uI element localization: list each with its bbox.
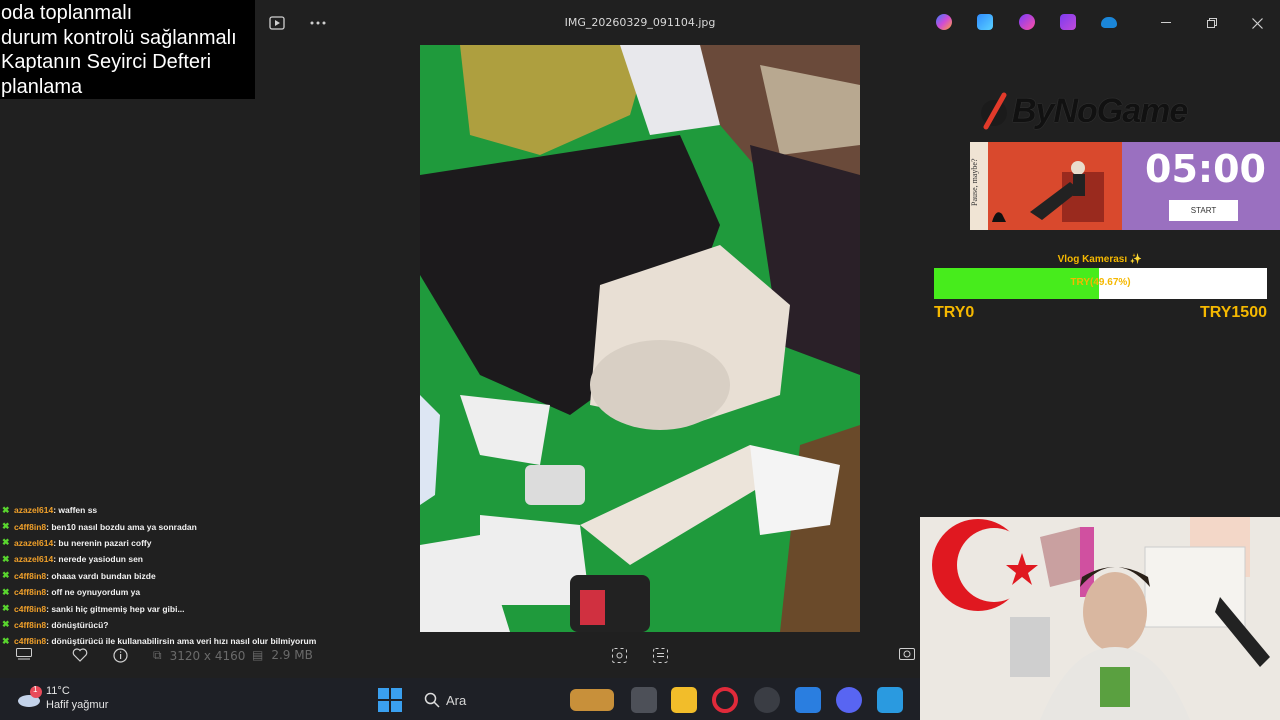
chat-text: : waffen ss	[53, 505, 98, 516]
chat-username: c4ff8in8	[14, 603, 47, 614]
search-box[interactable]: Ara	[416, 686, 616, 714]
filmstrip-icon[interactable]	[16, 648, 32, 660]
crop-icon[interactable]	[612, 648, 627, 663]
pause-timer-panel: Pause, maybe? 05:00 START	[970, 142, 1280, 230]
create-icon[interactable]	[1019, 14, 1035, 30]
timer-side-text: Pause, maybe?	[970, 142, 988, 230]
search-highlight-image	[570, 689, 614, 711]
chat-message: ✖ azazel614: nerede yasiodun sen	[2, 551, 402, 567]
close-icon[interactable]	[1246, 12, 1268, 34]
weather-widget[interactable]: 1 11°C Hafif yağmur	[16, 684, 108, 712]
kick-icon: ✖	[2, 619, 10, 630]
image-dimensions: 3120 x 4160	[169, 648, 246, 663]
goal-title: Vlog Kamerası ✨	[1057, 254, 1143, 265]
dimensions-info: ⧉ 3120 x 4160	[153, 648, 245, 663]
timer-artwork	[970, 142, 1122, 230]
chat-username: c4ff8in8	[14, 619, 47, 630]
more-options-icon[interactable]	[307, 12, 329, 34]
notification-badge: 1	[33, 685, 38, 694]
minimize-icon[interactable]	[1155, 12, 1177, 34]
countdown-timer: 05:00	[1145, 147, 1266, 191]
webcam-feed	[920, 517, 1280, 720]
weather-icon	[18, 686, 42, 707]
restore-icon[interactable]	[1201, 12, 1223, 34]
goal-percent: TRY(49.67%)	[1070, 277, 1131, 288]
kick-icon: ✖	[2, 521, 10, 532]
chat-text: : dönüştürücü?	[46, 619, 109, 630]
favorite-icon[interactable]	[72, 648, 88, 662]
chat-message: ✖ azazel614: bu nerenin pazari coffy	[2, 535, 402, 551]
kick-icon: ✖	[2, 553, 10, 564]
slideshow-icon[interactable]	[266, 12, 288, 34]
discord-icon[interactable]	[836, 687, 862, 713]
chat-text: : bu nerenin pazari coffy	[53, 537, 152, 548]
chat-username: c4ff8in8	[14, 636, 47, 647]
kick-icon: ✖	[2, 603, 10, 614]
kick-icon: ✖	[2, 504, 10, 515]
chat-username: azazel614	[14, 554, 54, 565]
opera-icon[interactable]	[712, 687, 738, 713]
search-icon	[424, 692, 440, 708]
chat-message: ✖ azazel614: waffen ss	[2, 502, 402, 518]
kick-icon: ✖	[2, 570, 10, 581]
image-size-icon: ⧉	[153, 648, 162, 662]
file-explorer-icon[interactable]	[671, 687, 697, 713]
taskbar: 1 11°C Hafif yağmur Ara	[0, 678, 920, 720]
window-title: IMG_20260329_091104.jpg	[564, 16, 716, 29]
search-label: Ara	[446, 692, 467, 708]
kick-icon: ✖	[2, 537, 10, 548]
filesize-info: ▤ 2.9 MB	[252, 648, 313, 662]
chat-overlay: ✖ azazel614: waffen ss ✖ c4ff8in8: ben10 n…	[2, 502, 402, 650]
temperature: 11°C	[46, 685, 70, 697]
onedrive-icon[interactable]	[1101, 17, 1117, 28]
ocr-icon[interactable]	[653, 648, 668, 663]
start-icon[interactable]	[378, 688, 402, 712]
fullscreen-icon[interactable]	[899, 648, 915, 660]
chat-text: : dönüştürücü ile kullanabilirsin ama ve…	[46, 636, 317, 647]
chat-message: ✖ c4ff8in8: off ne oynuyordum ya	[2, 584, 402, 600]
chat-message: ✖ c4ff8in8: dönüştürücü ile kullanabilirs…	[2, 633, 402, 649]
designer-icon[interactable]	[977, 14, 993, 30]
start-button[interactable]: START	[1169, 200, 1238, 221]
chat-text: : ohaaa vardı bundan bizde	[46, 570, 156, 581]
chat-message: ✖ c4ff8in8: sanki hiç gitmemiş hep var gi…	[2, 600, 402, 616]
photos-icon[interactable]	[877, 687, 903, 713]
chat-message: ✖ c4ff8in8: ben10 nasıl bozdu ama ya sonr…	[2, 518, 402, 534]
donation-goal-bar: TRY(49.67%)	[934, 268, 1267, 299]
weather-condition: Hafif yağmur	[46, 699, 109, 711]
kick-icon: ✖	[2, 635, 10, 646]
obs-icon[interactable]	[754, 687, 780, 713]
task-view-icon[interactable]	[631, 687, 657, 713]
goal-max-amount: TRY1500	[1200, 304, 1267, 321]
note-line: durum kontrolü sağlanmalı	[1, 26, 237, 49]
chat-username: azazel614	[14, 505, 54, 516]
chat-text: : ben10 nasıl bozdu ama ya sonradan	[46, 521, 197, 532]
chat-message: ✖ c4ff8in8: dönüştürücü?	[2, 617, 402, 633]
clipchamp-icon[interactable]	[1060, 14, 1076, 30]
file-size: 2.9 MB	[271, 648, 313, 662]
note-line: planlama	[1, 75, 83, 98]
info-icon[interactable]	[113, 648, 128, 663]
chat-username: c4ff8in8	[14, 570, 47, 581]
chat-username: c4ff8in8	[14, 587, 47, 598]
chat-username: azazel614	[14, 537, 54, 548]
file-size-icon: ▤	[252, 648, 264, 662]
chat-text: : off ne oynuyordum ya	[46, 587, 141, 598]
notes-overlay: oda toplanmalı durum kontrolü sağlanmalı…	[0, 0, 255, 99]
note-line: oda toplanmalı	[1, 2, 133, 24]
chat-text: : nerede yasiodun sen	[53, 554, 143, 565]
brand-icon	[981, 92, 1007, 130]
photo-image[interactable]	[420, 45, 860, 632]
brand-name: ByNoGame	[1012, 91, 1188, 130]
chat-text: : sanki hiç gitmemiş hep var gibi...	[46, 603, 185, 614]
chat-username: c4ff8in8	[14, 521, 47, 532]
app-icon[interactable]	[795, 687, 821, 713]
copilot-icon[interactable]	[936, 14, 952, 30]
kick-icon: ✖	[2, 586, 10, 597]
chat-message: ✖ c4ff8in8: ohaaa vardı bundan bizde	[2, 568, 402, 584]
note-line: Kaptanın Seyirci Defteri	[1, 51, 212, 73]
brand-logo: ByNoGame	[978, 88, 1188, 134]
goal-min-amount: TRY0	[934, 304, 975, 321]
